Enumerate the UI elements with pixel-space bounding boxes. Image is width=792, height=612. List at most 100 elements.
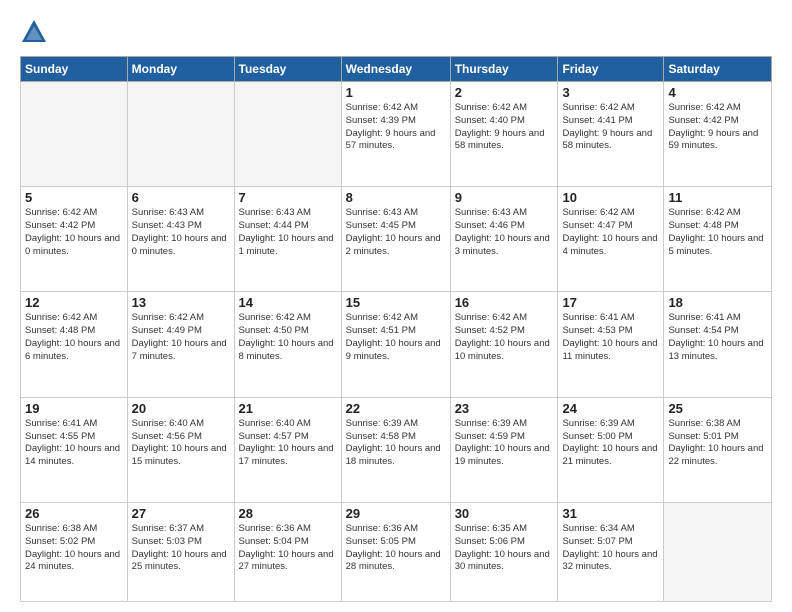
- day-info: Sunrise: 6:43 AM Sunset: 4:46 PM Dayligh…: [455, 207, 554, 258]
- calendar-cell: 25 Sunrise: 6:38 AM Sunset: 5:01 PM Dayli…: [664, 397, 772, 502]
- calendar-cell: 11Sunrise: 6:42 AM Sunset: 4:48 PM Dayli…: [664, 187, 772, 292]
- day-number: 2: [455, 85, 554, 100]
- calendar-cell: 21 Sunrise: 6:40 AM Sunset: 4:57 PM Dayli…: [234, 397, 341, 502]
- day-number: 31: [562, 506, 659, 521]
- calendar-cell: 6 Sunrise: 6:43 AM Sunset: 4:43 PM Daylig…: [127, 187, 234, 292]
- col-header-thursday: Thursday: [450, 57, 558, 82]
- col-header-sunday: Sunday: [21, 57, 128, 82]
- col-header-saturday: Saturday: [664, 57, 772, 82]
- day-info: Sunrise: 6:42 AM Sunset: 4:39 PM Dayligh…: [346, 102, 446, 153]
- calendar-cell: 30 Sunrise: 6:35 AM Sunset: 5:06 PM Dayli…: [450, 502, 558, 601]
- day-info: Sunrise: 6:39 AM Sunset: 5:00 PM Dayligh…: [562, 418, 659, 469]
- calendar-week-2: 5 Sunrise: 6:42 AM Sunset: 4:42 PM Daylig…: [21, 187, 772, 292]
- day-number: 20: [132, 401, 230, 416]
- calendar-cell: 19 Sunrise: 6:41 AM Sunset: 4:55 PM Dayli…: [21, 397, 128, 502]
- header: [20, 18, 772, 46]
- calendar-cell: 1 Sunrise: 6:42 AM Sunset: 4:39 PM Daylig…: [341, 82, 450, 187]
- calendar-cell: 28 Sunrise: 6:36 AM Sunset: 5:04 PM Dayli…: [234, 502, 341, 601]
- day-number: 18: [668, 295, 767, 310]
- day-info: Sunrise: 6:41 AM Sunset: 4:55 PM Dayligh…: [25, 418, 123, 469]
- calendar-cell: 18 Sunrise: 6:41 AM Sunset: 4:54 PM Dayli…: [664, 292, 772, 397]
- day-info: Sunrise: 6:39 AM Sunset: 4:58 PM Dayligh…: [346, 418, 446, 469]
- logo: [20, 18, 52, 46]
- day-number: 14: [239, 295, 337, 310]
- day-number: 25: [668, 401, 767, 416]
- day-info: Sunrise: 6:37 AM Sunset: 5:03 PM Dayligh…: [132, 523, 230, 574]
- calendar-cell: 16 Sunrise: 6:42 AM Sunset: 4:52 PM Dayli…: [450, 292, 558, 397]
- calendar-week-4: 19 Sunrise: 6:41 AM Sunset: 4:55 PM Dayli…: [21, 397, 772, 502]
- day-info: Sunrise: 6:42 AM Sunset: 4:41 PM Dayligh…: [562, 102, 659, 153]
- logo-icon: [20, 18, 48, 46]
- day-info: Sunrise: 6:42 AM Sunset: 4:40 PM Dayligh…: [455, 102, 554, 153]
- day-info: Sunrise: 6:40 AM Sunset: 4:56 PM Dayligh…: [132, 418, 230, 469]
- day-number: 22: [346, 401, 446, 416]
- day-number: 15: [346, 295, 446, 310]
- calendar-cell: 10 Sunrise: 6:42 AM Sunset: 4:47 PM Dayli…: [558, 187, 664, 292]
- day-info: Sunrise: 6:36 AM Sunset: 5:05 PM Dayligh…: [346, 523, 446, 574]
- calendar-week-5: 26Sunrise: 6:38 AM Sunset: 5:02 PM Dayli…: [21, 502, 772, 601]
- calendar-cell: 20 Sunrise: 6:40 AM Sunset: 4:56 PM Dayli…: [127, 397, 234, 502]
- day-info: Sunrise: 6:41 AM Sunset: 4:54 PM Dayligh…: [668, 312, 767, 363]
- calendar-week-3: 12Sunrise: 6:42 AM Sunset: 4:48 PM Dayli…: [21, 292, 772, 397]
- calendar-cell: 27 Sunrise: 6:37 AM Sunset: 5:03 PM Dayli…: [127, 502, 234, 601]
- calendar-cell: 29 Sunrise: 6:36 AM Sunset: 5:05 PM Dayli…: [341, 502, 450, 601]
- col-header-wednesday: Wednesday: [341, 57, 450, 82]
- day-info: Sunrise: 6:43 AM Sunset: 4:44 PM Dayligh…: [239, 207, 337, 258]
- calendar-cell: 17 Sunrise: 6:41 AM Sunset: 4:53 PM Dayli…: [558, 292, 664, 397]
- calendar-cell: 4 Sunrise: 6:42 AM Sunset: 4:42 PM Daylig…: [664, 82, 772, 187]
- day-info: Sunrise: 6:39 AM Sunset: 4:59 PM Dayligh…: [455, 418, 554, 469]
- day-info: Sunrise: 6:42 AM Sunset: 4:42 PM Dayligh…: [25, 207, 123, 258]
- day-info: Sunrise: 6:42 AM Sunset: 4:47 PM Dayligh…: [562, 207, 659, 258]
- calendar-cell: [21, 82, 128, 187]
- day-info: Sunrise: 6:42 AM Sunset: 4:51 PM Dayligh…: [346, 312, 446, 363]
- day-number: 17: [562, 295, 659, 310]
- col-header-monday: Monday: [127, 57, 234, 82]
- day-number: 5: [25, 190, 123, 205]
- calendar-week-1: 1 Sunrise: 6:42 AM Sunset: 4:39 PM Daylig…: [21, 82, 772, 187]
- day-info: Sunrise: 6:35 AM Sunset: 5:06 PM Dayligh…: [455, 523, 554, 574]
- day-number: 23: [455, 401, 554, 416]
- day-number: 21: [239, 401, 337, 416]
- day-info: Sunrise: 6:38 AM Sunset: 5:01 PM Dayligh…: [668, 418, 767, 469]
- day-number: 13: [132, 295, 230, 310]
- day-number: 28: [239, 506, 337, 521]
- calendar-cell: 15 Sunrise: 6:42 AM Sunset: 4:51 PM Dayli…: [341, 292, 450, 397]
- calendar-cell: 24Sunrise: 6:39 AM Sunset: 5:00 PM Dayli…: [558, 397, 664, 502]
- day-number: 30: [455, 506, 554, 521]
- calendar-cell: [127, 82, 234, 187]
- col-header-tuesday: Tuesday: [234, 57, 341, 82]
- day-info: Sunrise: 6:43 AM Sunset: 4:45 PM Dayligh…: [346, 207, 446, 258]
- calendar-cell: 31 Sunrise: 6:34 AM Sunset: 5:07 PM Dayli…: [558, 502, 664, 601]
- calendar-cell: [234, 82, 341, 187]
- calendar-cell: 8 Sunrise: 6:43 AM Sunset: 4:45 PM Daylig…: [341, 187, 450, 292]
- day-number: 4: [668, 85, 767, 100]
- calendar-cell: 7 Sunrise: 6:43 AM Sunset: 4:44 PM Daylig…: [234, 187, 341, 292]
- day-info: Sunrise: 6:42 AM Sunset: 4:49 PM Dayligh…: [132, 312, 230, 363]
- day-number: 1: [346, 85, 446, 100]
- day-info: Sunrise: 6:38 AM Sunset: 5:02 PM Dayligh…: [25, 523, 123, 574]
- day-number: 3: [562, 85, 659, 100]
- day-info: Sunrise: 6:41 AM Sunset: 4:53 PM Dayligh…: [562, 312, 659, 363]
- day-info: Sunrise: 6:34 AM Sunset: 5:07 PM Dayligh…: [562, 523, 659, 574]
- day-info: Sunrise: 6:43 AM Sunset: 4:43 PM Dayligh…: [132, 207, 230, 258]
- calendar-cell: 3 Sunrise: 6:42 AM Sunset: 4:41 PM Daylig…: [558, 82, 664, 187]
- day-info: Sunrise: 6:42 AM Sunset: 4:50 PM Dayligh…: [239, 312, 337, 363]
- day-number: 7: [239, 190, 337, 205]
- day-info: Sunrise: 6:36 AM Sunset: 5:04 PM Dayligh…: [239, 523, 337, 574]
- day-number: 10: [562, 190, 659, 205]
- day-info: Sunrise: 6:42 AM Sunset: 4:52 PM Dayligh…: [455, 312, 554, 363]
- calendar-cell: 13 Sunrise: 6:42 AM Sunset: 4:49 PM Dayli…: [127, 292, 234, 397]
- day-number: 9: [455, 190, 554, 205]
- day-info: Sunrise: 6:40 AM Sunset: 4:57 PM Dayligh…: [239, 418, 337, 469]
- day-info: Sunrise: 6:42 AM Sunset: 4:42 PM Dayligh…: [668, 102, 767, 153]
- day-number: 29: [346, 506, 446, 521]
- calendar-cell: 12Sunrise: 6:42 AM Sunset: 4:48 PM Dayli…: [21, 292, 128, 397]
- col-header-friday: Friday: [558, 57, 664, 82]
- day-number: 16: [455, 295, 554, 310]
- day-number: 19: [25, 401, 123, 416]
- day-number: 8: [346, 190, 446, 205]
- day-number: 6: [132, 190, 230, 205]
- calendar-cell: 9 Sunrise: 6:43 AM Sunset: 4:46 PM Daylig…: [450, 187, 558, 292]
- calendar-header-row: SundayMondayTuesdayWednesdayThursdayFrid…: [21, 57, 772, 82]
- day-number: 27: [132, 506, 230, 521]
